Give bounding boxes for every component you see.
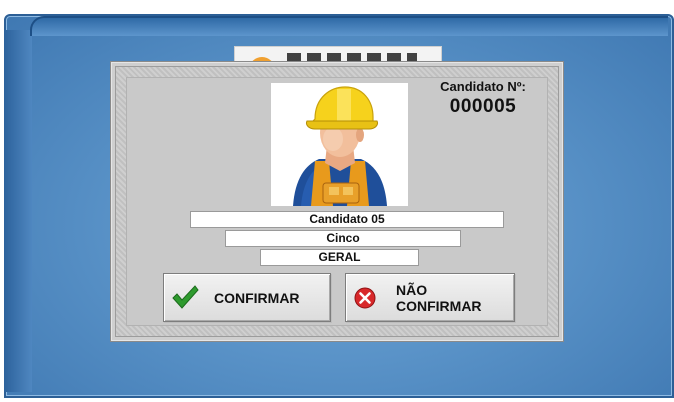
background-top-bar <box>30 16 668 36</box>
checkmark-icon <box>172 285 199 309</box>
candidate-category-field: GERAL <box>260 249 419 266</box>
candidate-photo <box>271 83 408 206</box>
voting-screen: Candidato Nº: 000005 Candidato 05 Cinco … <box>0 0 674 402</box>
candidate-name-field: Candidato 05 <box>190 211 504 228</box>
confirm-button-label: CONFIRMAR <box>214 290 300 306</box>
background-left-bar <box>4 30 32 392</box>
candidate-number-label: Candidato Nº: <box>440 79 526 94</box>
construction-worker-avatar-icon <box>293 86 387 206</box>
not-confirm-button-label: NÃO CONFIRMAR <box>396 282 482 314</box>
not-confirm-button[interactable]: NÃO CONFIRMAR <box>345 273 515 322</box>
candidate-nickname-field: Cinco <box>225 230 461 247</box>
error-x-icon <box>354 287 376 309</box>
confirm-button[interactable]: CONFIRMAR <box>163 273 331 322</box>
candidate-number: 000005 <box>449 96 517 117</box>
